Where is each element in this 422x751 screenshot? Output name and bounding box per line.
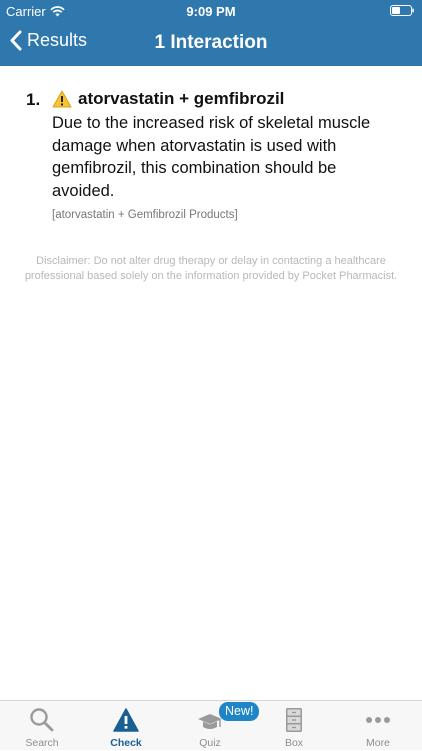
tab-more-label: More: [366, 737, 390, 749]
ellipsis-icon: [366, 717, 390, 723]
status-bar: Carrier 9:09 PM: [0, 0, 422, 22]
tab-more[interactable]: More: [336, 701, 420, 751]
item-title: atorvastatin + gemfibrozil: [52, 86, 402, 112]
cabinet-icon: [286, 708, 302, 732]
status-time: 9:09 PM: [186, 4, 236, 19]
warning-triangle-icon: [113, 708, 139, 732]
page-title: 1 Interaction: [154, 32, 268, 53]
item-body: atorvastatin + gemfibrozil Due to the in…: [52, 86, 402, 221]
app-header: Carrier 9:09 PM Results 1 Interaction: [0, 0, 422, 66]
item-title-text: atorvastatin + gemfibrozil: [78, 89, 285, 108]
item-number: 1.: [26, 90, 41, 109]
item-description: Due to the increased risk of skeletal mu…: [52, 114, 371, 200]
tab-box-label: Box: [284, 737, 304, 749]
tab-check-label: Check: [110, 737, 142, 749]
battery-icon: [390, 5, 414, 16]
quiz-new-badge: New!: [219, 702, 260, 721]
tab-quiz-label: Quiz: [199, 737, 221, 749]
navigation-bar: Results 1 Interaction: [0, 22, 422, 66]
tab-search[interactable]: Search: [0, 701, 84, 751]
warning-icon: [52, 90, 72, 108]
tab-bar: Search Check Quiz Box More: [0, 700, 422, 750]
tab-check[interactable]: Check: [84, 701, 168, 751]
item-products-link[interactable]: [atorvastatin + Gemfibrozil Products]: [52, 209, 402, 221]
disclaimer-text: Disclaimer: Do not alter drug therapy or…: [24, 255, 398, 282]
magnifier-icon: [30, 708, 54, 732]
tab-box[interactable]: Box: [252, 701, 336, 751]
tab-search-label: Search: [25, 737, 59, 749]
